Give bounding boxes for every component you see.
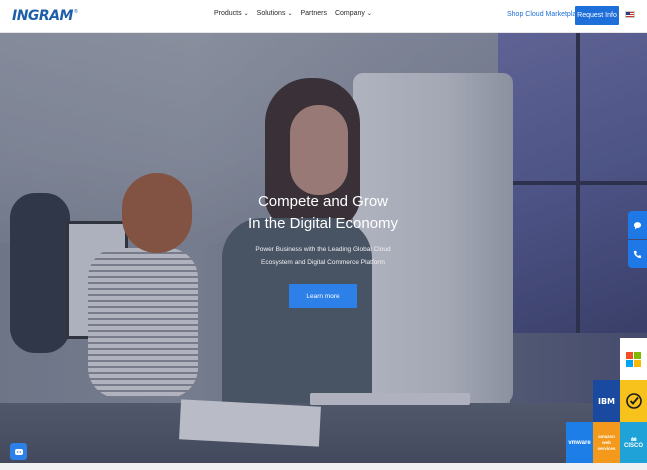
nav-item-label: Products [214, 10, 242, 17]
nav-item-label: Partners [300, 10, 327, 17]
logo-registered-mark: ® [73, 9, 78, 15]
cisco-tile[interactable]: ılıılı CISCO [620, 422, 647, 464]
nav-item-label: Solutions [256, 10, 286, 17]
nav-item-partners[interactable]: Partners [300, 10, 326, 17]
logo-text: INGRAM [12, 8, 73, 24]
hero-subtitle: Power Business with the Leading Global C… [210, 243, 436, 269]
hero-subtitle-line: Ecosystem and Digital Commerce Platform [261, 259, 385, 266]
hero-title-line: Compete and Grow [257, 193, 389, 210]
hero-title: Compete and Grow In the Digital Economy [200, 191, 446, 235]
hero-section: Compete and Grow In the Digital Economy … [0, 33, 647, 470]
ibm-logo: IBM [597, 396, 616, 406]
request-info-button[interactable]: Request Info [575, 6, 619, 25]
vmware-tile[interactable]: vmware [566, 422, 593, 464]
chatbot-face-icon [14, 448, 23, 455]
phone-button[interactable] [628, 240, 647, 268]
microsoft-tile[interactable] [620, 338, 647, 380]
chat-bubble-icon [633, 221, 642, 230]
page: INGRAM ® Products ⌄ Solutions ⌄ Partners… [0, 0, 647, 470]
nav-item-company[interactable]: Company ⌄ [335, 10, 372, 17]
chat-button[interactable] [628, 211, 647, 239]
aws-logo: amazon web services [597, 434, 616, 451]
chatbot-button[interactable] [10, 443, 27, 460]
main-nav: Products ⌄ Solutions ⌄ Partners Company … [214, 10, 372, 17]
nav-item-products[interactable]: Products ⌄ [214, 10, 249, 17]
nav-item-label: Company [334, 10, 365, 17]
nav-item-solutions[interactable]: Solutions ⌄ [257, 10, 293, 17]
cisco-logo: CISCO [623, 443, 643, 449]
shop-cloud-marketplace-link[interactable]: Shop Cloud Marketplace [507, 11, 584, 18]
norton-tile[interactable] [620, 380, 647, 422]
hero-subtitle-line: Power Business with the Leading Global C… [255, 246, 391, 253]
learn-more-button[interactable]: Learn more [289, 284, 357, 308]
ibm-tile[interactable]: IBM [593, 380, 620, 422]
aws-tile[interactable]: amazon web services [593, 422, 620, 464]
ingram-logo[interactable]: INGRAM ® [12, 6, 78, 26]
hero-bottom-strip [0, 463, 647, 470]
phone-icon [633, 250, 642, 258]
chevron-down-icon: ⌄ [366, 10, 372, 17]
chevron-down-icon: ⌄ [243, 10, 249, 17]
site-header: INGRAM ® Products ⌄ Solutions ⌄ Partners… [0, 0, 647, 33]
microsoft-logo-icon [626, 351, 641, 367]
chevron-down-icon: ⌄ [287, 10, 293, 17]
vmware-logo: vmware [568, 440, 591, 446]
norton-check-icon [625, 393, 642, 409]
hero-title-line: In the Digital Economy [247, 215, 399, 232]
us-flag-icon[interactable] [625, 11, 635, 18]
